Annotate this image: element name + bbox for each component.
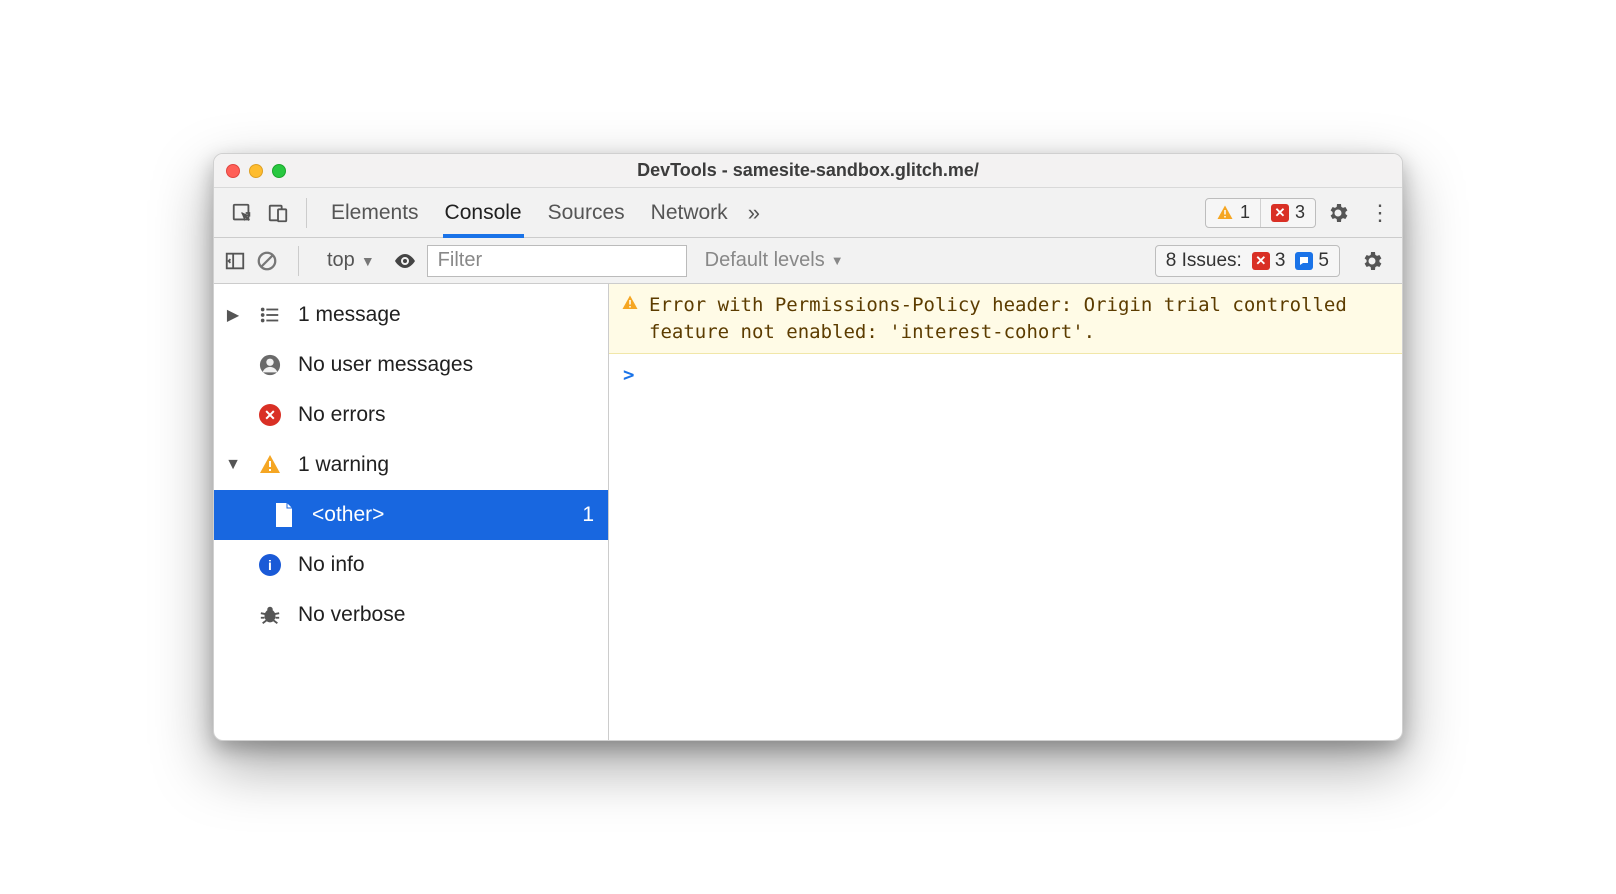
error-icon: ✕ <box>256 404 284 426</box>
info-icon <box>1295 252 1313 270</box>
warning-icon <box>256 453 284 477</box>
sidebar-other-label: <other> <box>312 503 568 527</box>
warning-count: 1 <box>1240 202 1250 223</box>
prompt-symbol: > <box>623 364 634 386</box>
bug-icon <box>256 604 284 626</box>
filter-input[interactable] <box>427 245 687 277</box>
sidebar-errors[interactable]: ✕ No errors <box>214 390 608 440</box>
console-body: ▶ 1 message No user messages ✕ No errors <box>214 284 1402 740</box>
person-icon <box>256 354 284 376</box>
tab-network[interactable]: Network <box>651 188 728 237</box>
device-toolbar-icon[interactable] <box>260 195 296 231</box>
more-tabs-icon[interactable]: » <box>748 200 760 226</box>
console-toolbar: top ▼ Default levels ▼ 8 Issues: ✕ 3 5 <box>214 238 1402 284</box>
expand-arrow-icon: ▶ <box>224 305 242 325</box>
titlebar: DevTools - samesite-sandbox.glitch.me/ <box>214 154 1402 188</box>
chevron-down-icon: ▼ <box>831 253 844 268</box>
sidebar-messages[interactable]: ▶ 1 message <box>214 290 608 340</box>
issues-error-count: 3 <box>1275 250 1286 272</box>
panel-tabs: Elements Console Sources Network <box>331 188 728 237</box>
subbar-divider <box>298 246 299 276</box>
issues-label: 8 Issues: <box>1166 250 1242 272</box>
sidebar-info[interactable]: i No info <box>214 540 608 590</box>
sidebar-verbose-label: No verbose <box>298 603 594 627</box>
console-output: Error with Permissions-Policy header: Or… <box>609 284 1402 740</box>
console-settings-icon[interactable] <box>1360 249 1392 273</box>
sidebar-other-count: 1 <box>582 503 594 527</box>
minimize-window-button[interactable] <box>249 164 263 178</box>
error-count: 3 <box>1295 202 1305 223</box>
sidebar-errors-label: No errors <box>298 403 594 427</box>
maximize-window-button[interactable] <box>272 164 286 178</box>
sidebar-user-messages-label: No user messages <box>298 353 594 377</box>
issues-info-count: 5 <box>1318 250 1329 272</box>
settings-icon[interactable] <box>1326 201 1358 225</box>
sidebar-other[interactable]: <other> 1 <box>214 490 608 540</box>
context-label: top <box>327 249 355 272</box>
toolbar-divider <box>306 198 307 228</box>
tab-elements[interactable]: Elements <box>331 188 419 237</box>
main-toolbar: Elements Console Sources Network » 1 ✕ 3 <box>214 188 1402 238</box>
live-expression-icon[interactable] <box>393 249 417 273</box>
info-icon: i <box>256 554 284 576</box>
tab-sources[interactable]: Sources <box>548 188 625 237</box>
warning-icon <box>621 294 639 312</box>
console-warning-message[interactable]: Error with Permissions-Policy header: Or… <box>609 284 1402 354</box>
error-icon: ✕ <box>1271 204 1289 222</box>
more-options-icon[interactable]: ⋮ <box>1368 200 1392 226</box>
clear-console-icon[interactable] <box>256 250 278 272</box>
close-window-button[interactable] <box>226 164 240 178</box>
sidebar-user-messages[interactable]: No user messages <box>214 340 608 390</box>
console-sidebar: ▶ 1 message No user messages ✕ No errors <box>214 284 609 740</box>
list-icon <box>256 304 284 326</box>
toggle-sidebar-icon[interactable] <box>224 250 246 272</box>
devtools-window: DevTools - samesite-sandbox.glitch.me/ E… <box>213 153 1403 741</box>
warning-text: Error with Permissions-Policy header: Or… <box>649 292 1388 345</box>
inspect-element-icon[interactable] <box>224 195 260 231</box>
issues-badge-group[interactable]: 1 ✕ 3 <box>1205 198 1316 228</box>
sidebar-verbose[interactable]: No verbose <box>214 590 608 640</box>
error-icon: ✕ <box>1252 252 1270 270</box>
sidebar-info-label: No info <box>298 553 594 577</box>
file-icon <box>270 503 298 527</box>
tab-console[interactable]: Console <box>445 188 522 237</box>
levels-label: Default levels <box>705 249 825 272</box>
sidebar-warnings[interactable]: ▼ 1 warning <box>214 440 608 490</box>
context-selector[interactable]: top ▼ <box>319 247 383 274</box>
log-levels-selector[interactable]: Default levels ▼ <box>705 249 844 272</box>
console-prompt[interactable]: > <box>609 354 1402 396</box>
warning-icon <box>1216 204 1234 222</box>
traffic-lights <box>226 164 286 178</box>
issues-counter[interactable]: 8 Issues: ✕ 3 5 <box>1155 245 1340 277</box>
chevron-down-icon: ▼ <box>361 253 375 269</box>
sidebar-warnings-label: 1 warning <box>298 453 594 477</box>
sidebar-messages-label: 1 message <box>298 303 594 327</box>
collapse-arrow-icon: ▼ <box>224 456 242 474</box>
window-title: DevTools - samesite-sandbox.glitch.me/ <box>214 160 1402 181</box>
